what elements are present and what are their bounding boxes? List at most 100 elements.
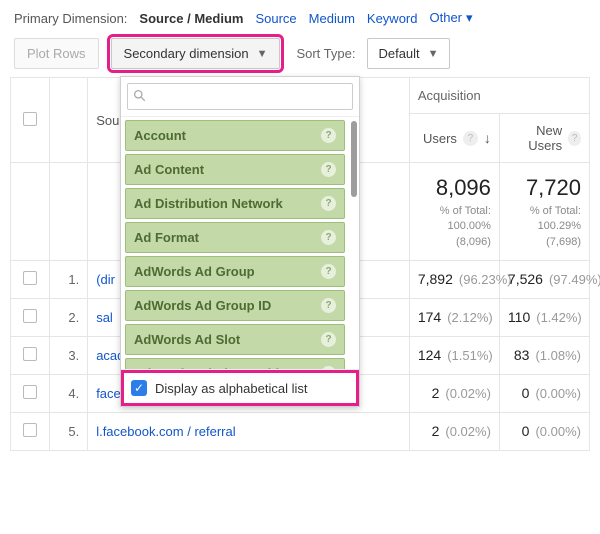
source-link[interactable]: (dir [96, 272, 115, 287]
popup-item-label: Ad Format [134, 230, 199, 245]
dimension-link-other[interactable]: Other ▾ [429, 10, 472, 26]
row-checkbox[interactable] [23, 347, 37, 361]
users-value: 124 [418, 347, 441, 363]
new-users-pct: (0.00%) [535, 386, 581, 401]
popup-item-label: AdWords Ad Group [134, 264, 255, 279]
totals-new-users-sub1: % of Total: [508, 204, 581, 219]
popup-item[interactable]: Ad Content? [125, 154, 345, 185]
new-users-pct: (1.08%) [535, 348, 581, 363]
column-group-acquisition: Acquisition [418, 88, 481, 103]
sort-type-label: Sort Type: [296, 46, 355, 61]
new-users-pct: (0.00%) [535, 424, 581, 439]
popup-item-label: Ad Distribution Network [134, 196, 283, 211]
column-header-new-users-label: New Users [508, 123, 562, 153]
row-index: 4. [49, 374, 88, 412]
dimension-link-source[interactable]: Source [255, 11, 296, 26]
controls-row: Plot Rows Secondary dimension ▼ Sort Typ… [10, 36, 590, 77]
popup-item[interactable]: AdWords Ad Slot Position? [125, 358, 345, 369]
popup-footer[interactable]: ✓ Display as alphabetical list [121, 369, 359, 406]
popup-item[interactable]: Ad Format? [125, 222, 345, 253]
totals-users-sub2: 100.00% (8,096) [418, 219, 491, 250]
help-icon[interactable]: ? [463, 131, 478, 146]
users-value: 7,892 [418, 271, 453, 287]
secondary-dimension-label: Secondary dimension [124, 46, 249, 61]
row-index: 5. [49, 412, 88, 450]
column-header-users[interactable]: Users ? ↓ [418, 124, 491, 152]
totals-new-users-value: 7,720 [508, 173, 581, 204]
chevron-down-icon: ▼ [428, 48, 439, 60]
new-users-value: 0 [522, 423, 530, 439]
popup-search-row [121, 77, 359, 117]
users-pct: (0.02%) [445, 386, 491, 401]
row-index: 2. [49, 298, 88, 336]
help-icon[interactable]: ? [321, 230, 336, 245]
new-users-value: 0 [522, 385, 530, 401]
popup-list: Account? Ad Content? Ad Distribution Net… [121, 117, 359, 369]
new-users-value: 83 [514, 347, 530, 363]
help-icon[interactable]: ? [321, 196, 336, 211]
select-all-checkbox[interactable] [23, 112, 37, 126]
row-index: 3. [49, 336, 88, 374]
popup-item-label: AdWords Ad Slot [134, 332, 240, 347]
help-icon[interactable]: ? [321, 298, 336, 313]
help-icon[interactable]: ? [321, 366, 336, 369]
help-icon[interactable]: ? [321, 332, 336, 347]
popup-item[interactable]: AdWords Ad Group ID? [125, 290, 345, 321]
popup-search-input[interactable] [127, 83, 353, 110]
primary-dimension-row: Primary Dimension: Source / Medium Sourc… [10, 8, 590, 36]
totals-new-users-sub2: 100.29% (7,698) [508, 219, 581, 250]
popup-item-label: AdWords Ad Group ID [134, 298, 271, 313]
users-pct: (0.02%) [445, 424, 491, 439]
popup-item[interactable]: AdWords Ad Slot? [125, 324, 345, 355]
popup-item[interactable]: AdWords Ad Group? [125, 256, 345, 287]
scrollbar-thumb[interactable] [351, 121, 357, 197]
users-value: 2 [432, 423, 440, 439]
popup-item[interactable]: Account? [125, 120, 345, 151]
primary-dimension-active[interactable]: Source / Medium [139, 11, 243, 26]
plot-rows-button: Plot Rows [14, 38, 99, 69]
dimension-link-medium[interactable]: Medium [309, 11, 355, 26]
dimension-link-other-label: Other [429, 10, 462, 25]
help-icon[interactable]: ? [321, 128, 336, 143]
new-users-pct: (1.42%) [536, 310, 582, 325]
new-users-pct: (97.49%) [549, 272, 600, 287]
totals-users-value: 8,096 [418, 173, 491, 204]
column-header-new-users[interactable]: New Users ? [508, 124, 581, 152]
users-pct: (96.23%) [459, 272, 512, 287]
column-header-users-label: Users [423, 131, 457, 146]
popup-item-label: Account [134, 128, 186, 143]
alphabetical-checkbox[interactable]: ✓ [131, 380, 147, 396]
alphabetical-label: Display as alphabetical list [155, 381, 307, 396]
dimension-link-keyword[interactable]: Keyword [367, 11, 418, 26]
source-link[interactable]: l.facebook.com / referral [96, 424, 235, 439]
users-pct: (2.12%) [447, 310, 493, 325]
sort-type-select[interactable]: Default ▼ [367, 38, 449, 69]
help-icon[interactable]: ? [568, 131, 581, 146]
row-checkbox[interactable] [23, 271, 37, 285]
search-icon [133, 89, 146, 105]
users-value: 174 [418, 309, 441, 325]
popup-item-label: Ad Content [134, 162, 204, 177]
chevron-down-icon: ▾ [466, 10, 473, 25]
primary-dimension-label: Primary Dimension: [14, 11, 127, 26]
users-pct: (1.51%) [447, 348, 493, 363]
row-index: 1. [49, 260, 88, 298]
table-row: 5. l.facebook.com / referral 2 (0.02%) 0 (… [11, 412, 590, 450]
secondary-dimension-button[interactable]: Secondary dimension ▼ [111, 38, 281, 69]
totals-users-sub1: % of Total: [418, 204, 491, 219]
row-checkbox[interactable] [23, 423, 37, 437]
secondary-dimension-popup: Account? Ad Content? Ad Distribution Net… [120, 76, 360, 407]
sort-descending-icon: ↓ [484, 130, 491, 146]
popup-item[interactable]: Ad Distribution Network? [125, 188, 345, 219]
row-checkbox[interactable] [23, 385, 37, 399]
chevron-down-icon: ▼ [257, 48, 268, 60]
sort-type-value: Default [378, 46, 419, 61]
users-value: 2 [432, 385, 440, 401]
new-users-value: 7,526 [508, 271, 543, 287]
source-link[interactable]: sal [96, 310, 113, 325]
popup-item-label: AdWords Ad Slot Position [134, 366, 295, 369]
new-users-value: 110 [508, 309, 530, 325]
help-icon[interactable]: ? [321, 162, 336, 177]
row-checkbox[interactable] [23, 309, 37, 323]
help-icon[interactable]: ? [321, 264, 336, 279]
